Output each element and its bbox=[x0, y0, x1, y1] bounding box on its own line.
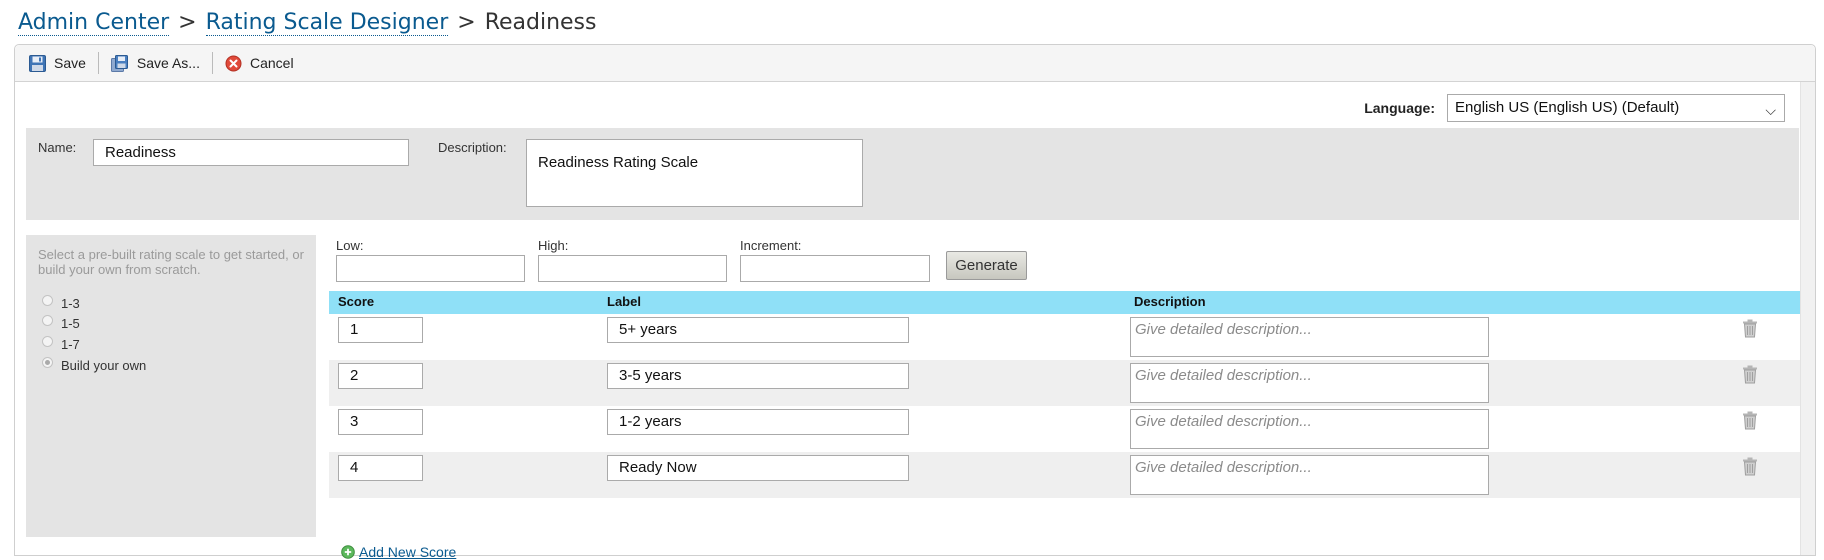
scores-table: Score Label Description 1 5+ years Give … bbox=[329, 291, 1800, 498]
radio-label: Build your own bbox=[61, 358, 147, 373]
description-input[interactable]: Readiness Rating Scale bbox=[526, 139, 863, 207]
trash-icon[interactable] bbox=[1742, 319, 1758, 343]
high-input[interactable] bbox=[538, 255, 727, 282]
floppy-disk-icon bbox=[29, 54, 46, 72]
radio-button[interactable] bbox=[42, 336, 53, 347]
low-label: Low: bbox=[336, 238, 364, 253]
page-title: Readiness bbox=[484, 10, 597, 35]
table-header: Score Label Description bbox=[329, 291, 1800, 314]
header-score: Score bbox=[338, 294, 375, 309]
prebuilt-hint: Select a pre-built rating scale to get s… bbox=[38, 247, 304, 277]
label-input[interactable]: Ready Now bbox=[607, 455, 909, 481]
name-input[interactable]: Readiness bbox=[93, 139, 409, 166]
radio-button[interactable] bbox=[42, 295, 53, 306]
score-input[interactable]: 1 bbox=[338, 317, 423, 343]
radio-button[interactable] bbox=[42, 315, 53, 326]
language-row: Language: English US (English US) (Defau… bbox=[1364, 94, 1785, 122]
radio-label: 1-3 bbox=[61, 296, 80, 311]
description-textarea[interactable]: Give detailed description... bbox=[1130, 317, 1489, 357]
radio-option-1-5[interactable]: 1-5 bbox=[42, 315, 80, 331]
table-row: 3 1-2 years Give detailed description... bbox=[329, 406, 1800, 452]
trash-icon[interactable] bbox=[1742, 457, 1758, 481]
cancel-button[interactable]: Cancel bbox=[225, 55, 306, 72]
vertical-scrollbar[interactable] bbox=[1800, 82, 1815, 555]
prebuilt-scale-pane: Select a pre-built rating scale to get s… bbox=[26, 235, 316, 537]
increment-label: Increment: bbox=[740, 238, 802, 253]
cancel-label: Cancel bbox=[249, 55, 294, 71]
designer-content: Language: English US (English US) (Defau… bbox=[15, 82, 1815, 560]
toolbar: Save Save As... Cancel bbox=[15, 45, 1815, 82]
high-label: High: bbox=[538, 238, 569, 253]
generate-button[interactable]: Generate bbox=[946, 251, 1027, 280]
table-row: 1 5+ years Give detailed description... bbox=[329, 314, 1800, 360]
table-row: 4 Ready Now Give detailed description... bbox=[329, 452, 1800, 498]
table-row: 2 3-5 years Give detailed description... bbox=[329, 360, 1800, 406]
name-description-section: Name: Readiness Description: Readiness R… bbox=[26, 128, 1799, 220]
header-description: Description bbox=[1134, 294, 1206, 309]
radio-label: 1-5 bbox=[61, 316, 80, 331]
language-select[interactable]: English US (English US) (Default) ⌵ bbox=[1447, 94, 1785, 122]
save-label: Save bbox=[54, 55, 86, 71]
radio-option-1-3[interactable]: 1-3 bbox=[42, 295, 80, 311]
breadcrumb-rating-scale-designer[interactable]: Rating Scale Designer bbox=[205, 10, 449, 36]
description-label: Description: bbox=[438, 140, 507, 155]
radio-label: 1-7 bbox=[61, 337, 80, 352]
plus-circle-icon bbox=[341, 545, 355, 559]
description-textarea[interactable]: Give detailed description... bbox=[1130, 363, 1489, 403]
cancel-x-icon bbox=[225, 55, 242, 72]
breadcrumb-separator: > bbox=[178, 10, 197, 35]
label-input[interactable]: 3-5 years bbox=[607, 363, 909, 389]
score-input[interactable]: 2 bbox=[338, 363, 423, 389]
toolbar-divider bbox=[97, 52, 99, 74]
breadcrumb: Admin Center > Rating Scale Designer > Readi… bbox=[18, 8, 596, 40]
save-as-button[interactable]: Save As... bbox=[110, 54, 212, 72]
save-as-icon bbox=[110, 54, 129, 72]
trash-icon[interactable] bbox=[1742, 365, 1758, 389]
low-input[interactable] bbox=[336, 255, 525, 282]
header-label: Label bbox=[607, 294, 641, 309]
toolbar-divider bbox=[211, 52, 213, 74]
label-input[interactable]: 1-2 years bbox=[607, 409, 909, 435]
radio-button-selected[interactable] bbox=[42, 357, 53, 368]
trash-icon[interactable] bbox=[1742, 411, 1758, 435]
save-as-label: Save As... bbox=[136, 55, 200, 71]
breadcrumb-separator: > bbox=[457, 10, 476, 35]
label-input[interactable]: 5+ years bbox=[607, 317, 909, 343]
score-input[interactable]: 4 bbox=[338, 455, 423, 481]
language-value: English US (English US) (Default) bbox=[1455, 99, 1680, 116]
add-new-score[interactable]: Add New Score bbox=[341, 544, 456, 560]
description-textarea[interactable]: Give detailed description... bbox=[1130, 409, 1489, 449]
breadcrumb-admin-center[interactable]: Admin Center bbox=[18, 10, 170, 36]
radio-option-build-your-own[interactable]: Build your own bbox=[42, 357, 147, 373]
score-input[interactable]: 3 bbox=[338, 409, 423, 435]
save-button[interactable]: Save bbox=[29, 54, 98, 72]
add-new-score-link[interactable]: Add New Score bbox=[359, 544, 456, 560]
name-label: Name: bbox=[38, 140, 77, 155]
description-textarea[interactable]: Give detailed description... bbox=[1130, 455, 1489, 495]
language-label: Language: bbox=[1364, 100, 1435, 116]
designer-panel: Save Save As... Cancel Language: English… bbox=[14, 44, 1816, 560]
chevron-down-icon: ⌵ bbox=[1765, 102, 1776, 118]
increment-input[interactable] bbox=[740, 255, 930, 282]
radio-option-1-7[interactable]: 1-7 bbox=[42, 336, 80, 352]
